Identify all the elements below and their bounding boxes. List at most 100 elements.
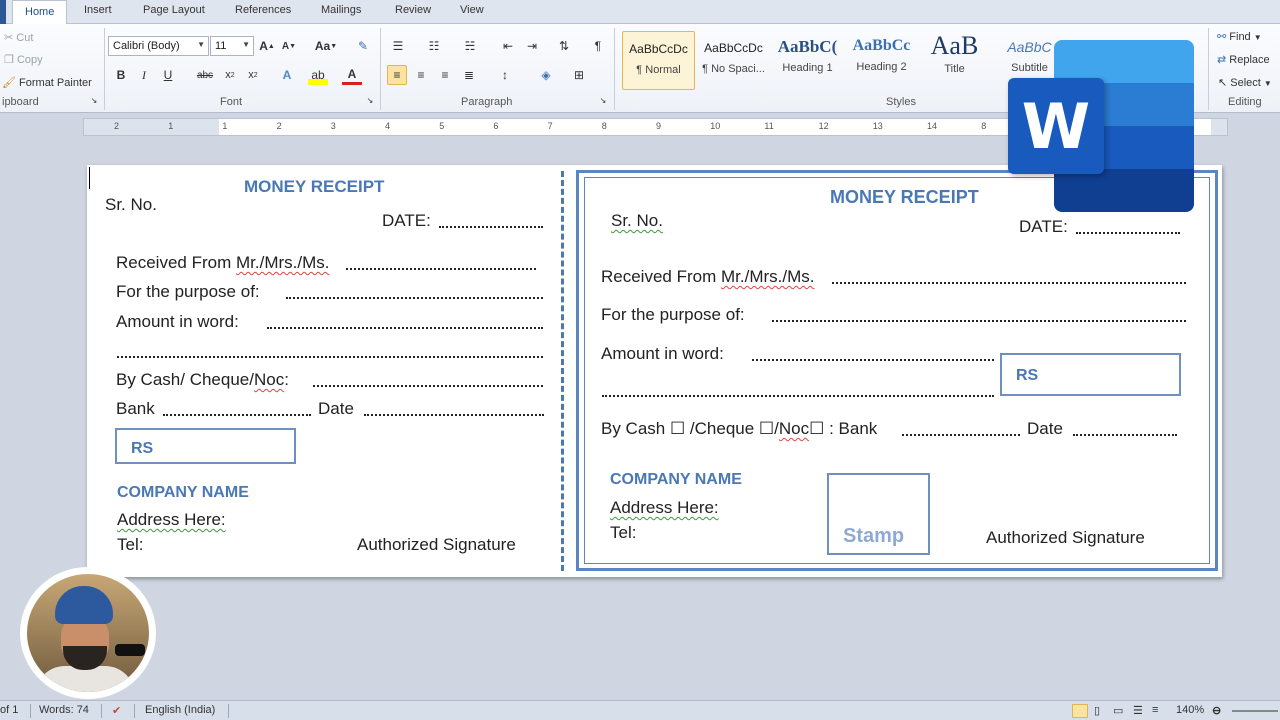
style-title[interactable]: AaB Title <box>918 31 991 90</box>
full-screen-view-icon[interactable]: ▯ <box>1094 704 1100 717</box>
format-painter-button[interactable]: 🖌 Format Painter <box>2 76 92 89</box>
separator <box>1208 28 1209 110</box>
font-size-combo[interactable]: 11 ▼ <box>210 36 254 56</box>
font-color-icon[interactable]: A <box>342 65 362 85</box>
right-received-from-blank[interactable] <box>832 282 1186 284</box>
right-bank-blank[interactable] <box>902 434 1020 436</box>
sort-icon[interactable]: ⇅ <box>554 36 574 56</box>
left-payment-blank[interactable] <box>313 385 543 387</box>
replace-label: Replace <box>1229 54 1270 66</box>
paragraph-launcher-icon[interactable]: ↘ <box>597 94 609 106</box>
tab-references[interactable]: References <box>235 4 291 16</box>
right-purpose-label: For the purpose of: <box>601 305 745 324</box>
word-count[interactable]: Words: 74 <box>39 704 89 716</box>
clipboard-group-label: ipboard <box>2 96 39 108</box>
tab-home[interactable]: Home <box>12 0 68 25</box>
font-group-label: Font <box>220 96 243 108</box>
font-launcher-icon[interactable]: ↘ <box>364 94 376 106</box>
left-date-blank[interactable] <box>439 226 543 228</box>
print-layout-view-icon[interactable] <box>1072 704 1088 718</box>
cut-button[interactable]: ✂ Cut <box>4 31 33 44</box>
left-purpose-blank[interactable] <box>286 297 543 299</box>
left-receipt-title: MONEY RECEIPT <box>244 177 385 196</box>
draft-view-icon[interactable]: ≡ <box>1152 704 1158 716</box>
replace-button[interactable]: ⇄ Replace <box>1217 53 1270 66</box>
word-logo-letter: W <box>1021 89 1091 163</box>
justify-icon[interactable]: ≣ <box>459 65 479 85</box>
style-heading-2[interactable]: AaBbCc Heading 2 <box>845 31 918 90</box>
page-count[interactable]: of 1 <box>0 704 18 716</box>
borders-icon[interactable]: ⊞ <box>569 65 589 85</box>
select-button[interactable]: ↖ Select ▼ <box>1218 76 1272 89</box>
style-sample: AaB <box>930 31 979 60</box>
superscript-icon[interactable]: x2 <box>243 65 263 85</box>
line-spacing-icon[interactable]: ↕ <box>495 65 515 85</box>
style-normal[interactable]: AaBbCcDc ¶ Normal <box>622 31 695 90</box>
paragraph-group-label: Paragraph <box>461 96 513 108</box>
italic-icon[interactable]: I <box>134 65 154 85</box>
left-date2-blank[interactable] <box>364 414 544 416</box>
zoom-out-icon[interactable]: ⊖ <box>1212 704 1221 717</box>
style-no-spacing[interactable]: AaBbCcDc ¶ No Spaci... <box>697 31 770 90</box>
left-bank-blank[interactable] <box>163 414 311 416</box>
zoom-level[interactable]: 140% <box>1176 704 1204 716</box>
tab-page-layout[interactable]: Page Layout <box>143 4 205 16</box>
clear-formatting-icon[interactable]: ✎ <box>353 36 373 56</box>
right-rs-amount-box[interactable]: RS <box>1000 353 1181 396</box>
style-heading-1[interactable]: AaBbC( Heading 1 <box>771 31 844 90</box>
clipboard-launcher-icon[interactable]: ↘ <box>88 94 100 106</box>
tab-mailings[interactable]: Mailings <box>321 4 361 16</box>
left-rs-amount-box[interactable]: RS <box>115 428 296 464</box>
align-center-icon[interactable]: ≡ <box>411 65 431 85</box>
bold-icon[interactable]: B <box>111 65 131 85</box>
left-amount-blank-2[interactable] <box>117 356 543 358</box>
copy-button[interactable]: ❐ Copy <box>4 53 43 66</box>
stamp-box[interactable]: Stamp <box>827 473 930 555</box>
left-received-from-blank[interactable] <box>346 268 536 270</box>
underline-icon[interactable]: U <box>158 65 178 85</box>
tab-view[interactable]: View <box>460 4 484 16</box>
ruler-mark: 2 <box>114 121 120 131</box>
numbering-icon[interactable]: ☷ <box>424 36 444 56</box>
right-amount-blank[interactable] <box>752 359 994 361</box>
file-tab-stub[interactable] <box>0 0 6 24</box>
multilevel-list-icon[interactable]: ☵ <box>460 36 480 56</box>
outline-view-icon[interactable]: ☰ <box>1133 704 1143 717</box>
left-amount-blank[interactable] <box>267 327 543 329</box>
subscript-icon[interactable]: x2 <box>220 65 240 85</box>
proofing-icon[interactable]: ✔ <box>112 704 121 717</box>
left-bank-label: Bank <box>116 399 155 418</box>
shading-icon[interactable]: ◈ <box>536 65 556 85</box>
ribbon-tab-bar: Home Insert Page Layout References Maili… <box>0 0 1280 25</box>
grow-font-icon[interactable]: A ▲ <box>257 36 277 56</box>
change-case-button[interactable]: Aa ▼ <box>312 36 340 56</box>
decrease-indent-icon[interactable]: ⇤ <box>498 36 518 56</box>
tab-insert[interactable]: Insert <box>84 4 112 16</box>
right-purpose-blank[interactable] <box>772 320 1186 322</box>
find-button[interactable]: ⚯ Find ▼ <box>1217 30 1262 43</box>
shrink-font-icon[interactable]: A ▼ <box>279 36 299 56</box>
strikethrough-icon[interactable]: abc <box>193 65 217 85</box>
web-layout-view-icon[interactable]: ▭ <box>1113 704 1123 717</box>
zoom-slider[interactable] <box>1232 710 1278 712</box>
align-right-icon[interactable]: ≡ <box>435 65 455 85</box>
right-date2-blank[interactable] <box>1073 434 1177 436</box>
style-sample: AaBbCc <box>852 37 911 54</box>
tab-review[interactable]: Review <box>395 4 431 16</box>
align-left-icon[interactable]: ≡ <box>387 65 407 85</box>
bullets-icon[interactable]: ☰ <box>388 36 408 56</box>
font-name-combo[interactable]: Calibri (Body) ▼ <box>108 36 209 56</box>
show-formatting-icon[interactable]: ¶ <box>588 36 608 56</box>
right-amount-blank-2[interactable] <box>602 395 994 397</box>
right-rs-label: RS <box>1016 367 1039 384</box>
right-payment-method-label: By Cash ☐ /Cheque ☐/Noc☐ : Bank <box>601 419 877 439</box>
font-size-value: 11 <box>215 40 227 52</box>
increase-indent-icon[interactable]: ⇥ <box>522 36 542 56</box>
left-tel-label: Tel: <box>117 535 144 554</box>
highlight-icon[interactable]: ab <box>308 65 328 85</box>
style-sample: AaBbCcDc <box>704 41 763 55</box>
language-indicator[interactable]: English (India) <box>145 704 215 716</box>
text-effects-icon[interactable]: A <box>277 65 297 85</box>
right-date-blank[interactable] <box>1076 232 1180 234</box>
document-page[interactable]: MONEY RECEIPT Sr. No. DATE: Received Fro… <box>87 165 1222 577</box>
